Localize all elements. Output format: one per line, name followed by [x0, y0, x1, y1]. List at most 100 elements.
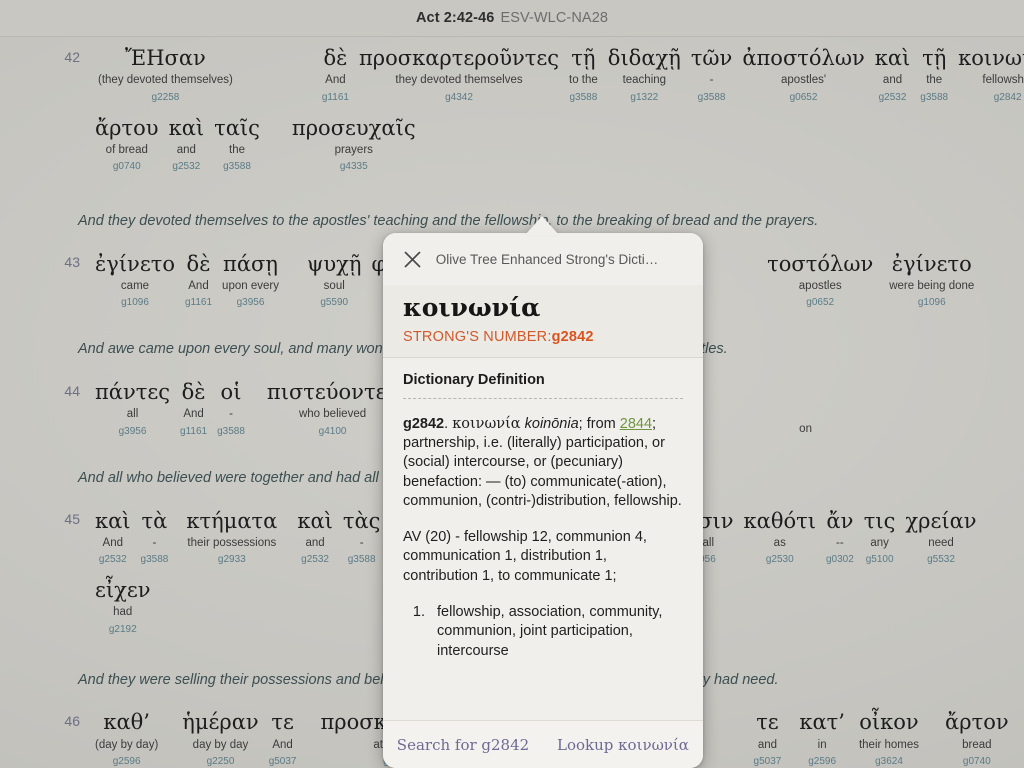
word-unit[interactable]: τῇ to the g3588 — [564, 45, 603, 105]
greek-word[interactable]: τις — [864, 508, 896, 534]
strongs-number[interactable]: g1161 — [185, 295, 212, 310]
greek-word[interactable]: καὶ — [95, 508, 131, 534]
verse-number[interactable]: 45 — [62, 511, 80, 567]
strongs-number[interactable]: g2250 — [207, 754, 235, 768]
word-unit[interactable]: προσκαρτεροῦντες they devoted themselves… — [354, 45, 564, 105]
greek-word[interactable]: ψυχῇ — [307, 251, 362, 277]
greek-word[interactable]: ἐγίνετο — [892, 251, 972, 277]
word-unit[interactable]: ψυχῇ soul g5590 — [302, 251, 367, 311]
strongs-number[interactable]: g2933 — [218, 552, 246, 567]
greek-word[interactable]: οἱ — [221, 379, 242, 405]
greek-word[interactable]: χρείαν — [905, 508, 976, 534]
strongs-number[interactable]: g3588 — [217, 424, 245, 439]
greek-word[interactable]: κοινωνίᾳ — [958, 45, 1024, 71]
verse-number[interactable]: 42 — [62, 49, 80, 105]
strongs-number[interactable]: g5590 — [320, 295, 348, 310]
greek-word[interactable]: δὲ — [187, 251, 211, 277]
word-unit[interactable]: ἐγίνετο were being done g1096 — [884, 251, 979, 311]
word-unit[interactable]: πάντες all g3956 — [90, 379, 175, 439]
word-unit[interactable]: δὲ And g1161 — [175, 379, 212, 439]
greek-word[interactable]: ἄρτον — [945, 709, 1009, 735]
greek-word[interactable]: πάντες — [95, 379, 170, 405]
strongs-number[interactable]: g3624 — [875, 754, 903, 768]
strongs-number[interactable]: g3588 — [570, 90, 598, 105]
strongs-number[interactable]: g5532 — [927, 552, 955, 567]
strongs-number[interactable]: g1161 — [322, 90, 349, 105]
strongs-number[interactable]: g0302 — [826, 552, 854, 567]
strongs-number[interactable]: g3588 — [348, 552, 376, 567]
greek-word[interactable]: καὶ — [297, 508, 333, 534]
strongs-number[interactable]: g3588 — [141, 552, 169, 567]
strongs-number[interactable]: g4342 — [445, 90, 473, 105]
strongs-number[interactable]: g5100 — [866, 552, 894, 567]
strongs-number[interactable]: g2532 — [99, 552, 127, 567]
strongs-number[interactable]: g0652 — [806, 295, 834, 310]
cross-reference-link[interactable]: 2844 — [620, 416, 652, 432]
greek-word[interactable]: κτήματα — [186, 508, 277, 534]
greek-word[interactable]: ἄρτου — [95, 115, 159, 141]
strongs-number[interactable]: g2532 — [301, 552, 329, 567]
word-unit[interactable]: τῇ the g3588 — [915, 45, 953, 105]
word-unit[interactable]: οἱ - g3588 — [212, 379, 250, 439]
greek-word[interactable]: οἶκον — [859, 709, 918, 735]
greek-word[interactable]: προσκαρτεροῦντες — [359, 45, 559, 71]
greek-word[interactable]: καθότι — [744, 508, 816, 534]
strongs-number[interactable]: g3588 — [223, 159, 251, 174]
strongs-number[interactable]: g2530 — [766, 552, 794, 567]
greek-word[interactable]: πιστεύοντες — [267, 379, 398, 405]
strongs-number[interactable]: g0652 — [790, 90, 818, 105]
word-unit[interactable]: ἜHσαν (they devoted themselves) g2258 — [90, 45, 241, 105]
strongs-number[interactable]: g1322 — [630, 90, 658, 105]
strongs-number[interactable]: g3956 — [237, 295, 265, 310]
strongs-number[interactable]: g2596 — [113, 754, 141, 768]
close-icon[interactable] — [395, 242, 429, 276]
greek-word[interactable]: τῶν — [691, 45, 733, 71]
greek-word[interactable]: δὲ — [323, 45, 347, 71]
word-unit[interactable]: ἡμέραν day by day g2250 — [177, 709, 263, 768]
word-unit[interactable]: εἶχεν had g2192 — [90, 577, 155, 637]
popup-body[interactable]: Dictionary Definition g2842. κοινωνία ko… — [383, 357, 703, 720]
word-unit[interactable]: πάσῃ upon every g3956 — [217, 251, 284, 311]
word-unit[interactable]: προσευχαῖς prayers g4335 — [287, 115, 421, 175]
strongs-number[interactable]: g2258 — [152, 90, 180, 105]
word-unit[interactable]: ἐγίνετο came g1096 — [90, 251, 180, 311]
strongs-number[interactable]: g2596 — [808, 754, 836, 768]
strongs-number[interactable]: g1096 — [121, 295, 149, 310]
strongs-number[interactable]: g0740 — [963, 754, 991, 768]
greek-word[interactable]: διδαχῇ — [608, 45, 681, 71]
word-unit[interactable]: ταῖς the g3588 — [209, 115, 265, 175]
strongs-number[interactable]: g0740 — [113, 159, 141, 174]
greek-word[interactable]: τῇ — [922, 45, 946, 71]
word-unit-koinonia[interactable]: κοινωνίᾳ fellowship g2842 — [953, 45, 1024, 105]
word-unit[interactable]: τὰ - g3588 — [136, 508, 174, 568]
word-unit[interactable]: τε and g5037 — [749, 709, 787, 768]
greek-word[interactable]: τοστόλων — [767, 251, 873, 277]
word-unit[interactable]: καθότι as g2530 — [739, 508, 821, 568]
word-unit[interactable]: οἶκον their homes g3624 — [854, 709, 924, 768]
word-unit[interactable]: καὶ and g2532 — [292, 508, 338, 568]
word-unit[interactable]: καὶ and g2532 — [164, 115, 210, 175]
word-unit[interactable]: τις any g5100 — [859, 508, 901, 568]
strongs-number[interactable]: g3956 — [119, 424, 147, 439]
greek-word[interactable]: καὶ — [169, 115, 205, 141]
greek-word[interactable]: καθ’ — [103, 709, 150, 735]
strongs-number[interactable]: g1161 — [180, 424, 207, 439]
word-unit[interactable]: διδαχῇ teaching g1322 — [603, 45, 686, 105]
greek-word[interactable]: ἄν — [826, 508, 853, 534]
search-for-strongs-button[interactable]: Search for g2842 — [383, 736, 543, 754]
strongs-number[interactable]: g2532 — [879, 90, 907, 105]
strongs-number[interactable]: g2842 — [994, 90, 1022, 105]
word-unit[interactable]: on — [794, 420, 817, 438]
word-unit[interactable]: καὶ And g2532 — [90, 508, 136, 568]
strongs-number[interactable]: g3588 — [698, 90, 726, 105]
strongs-number[interactable]: g5037 — [269, 754, 297, 768]
greek-word[interactable]: τὰ — [142, 508, 168, 534]
verse-number[interactable]: 46 — [62, 713, 80, 768]
greek-word[interactable]: ἡμέραν — [182, 709, 258, 735]
word-unit[interactable]: δὲ And g1161 — [317, 45, 354, 105]
word-unit[interactable]: καθ’ (day by day) g2596 — [90, 709, 163, 768]
dictionary-popup[interactable]: Olive Tree Enhanced Strong's Dicti… κοιν… — [383, 233, 703, 768]
greek-word[interactable]: ἐγίνετο — [95, 251, 175, 277]
word-unit[interactable]: δὲ And g1161 — [180, 251, 217, 311]
strongs-number[interactable]: g3588 — [920, 90, 948, 105]
